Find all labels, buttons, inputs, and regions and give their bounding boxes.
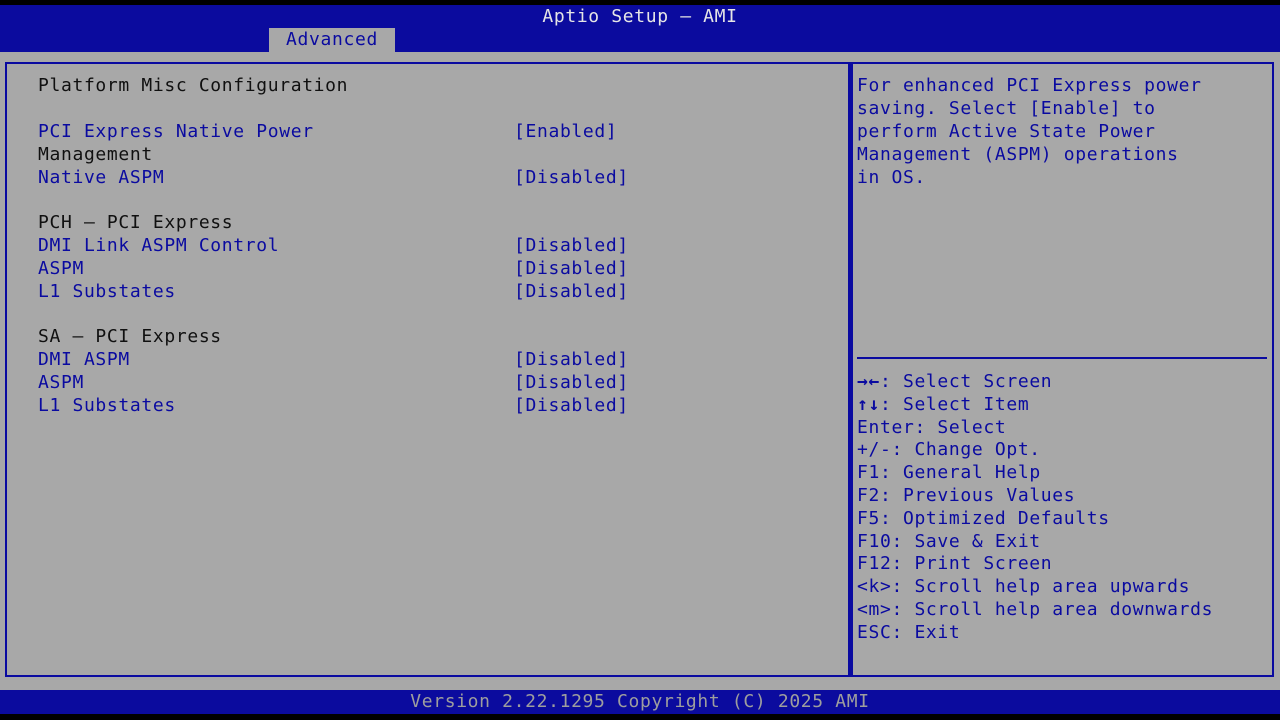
setting-pch-aspm-value[interactable]: [Disabled] [514,257,629,280]
setting-sa-l1-substates-label[interactable]: L1 Substates [38,394,176,417]
key-change-opt: +/-: Change Opt. [857,439,1041,461]
section-sa-pci-express: SA – PCI Express [38,326,222,347]
app-title: Aptio Setup – AMI [542,6,738,27]
setting-pch-l1-substates-value[interactable]: [Disabled] [514,280,629,303]
section-pch-pci-express: PCH – PCI Express [38,212,234,233]
key-f5: F5: Optimized Defaults [857,507,1110,529]
key-select-item: ↑↓: Select Item [857,393,1030,415]
tab-advanced[interactable]: Advanced [269,28,395,52]
footer-version: Version 2.22.1295 Copyright (C) 2025 AMI [0,690,1280,714]
setting-native-aspm-value[interactable]: [Disabled] [514,166,629,189]
setting-pci-native-power-label-2[interactable]: Management [38,143,153,166]
arrows-up-down-icon: ↑↓ [857,393,880,415]
setting-pci-native-power-label-1[interactable]: PCI Express Native Power [38,120,314,143]
setting-sa-dmi-aspm-label[interactable]: DMI ASPM [38,348,130,371]
setting-pch-l1-substates-label[interactable]: L1 Substates [38,280,176,303]
help-line: perform Active State Power [857,121,1156,142]
key-f1: F1: General Help [857,462,1041,484]
setting-sa-l1-substates-value[interactable]: [Disabled] [514,394,629,417]
help-text: For enhanced PCI Express power saving. S… [857,74,1267,189]
key-scroll-down: <m>: Scroll help area downwards [857,598,1214,620]
help-line: Management (ASPM) operations [857,144,1179,165]
setting-sa-dmi-aspm-value[interactable]: [Disabled] [514,348,629,371]
arrows-left-right-icon: →← [857,371,880,392]
key-f10: F10: Save & Exit [857,530,1041,552]
key-esc: ESC: Exit [857,621,961,643]
key-enter: Enter: Select [857,416,1007,438]
key-scroll-up: <k>: Scroll help area upwards [857,576,1191,598]
setting-pch-dmi-link-aspm-value[interactable]: [Disabled] [514,234,629,257]
setting-pci-native-power-value[interactable]: [Enabled] [514,120,617,143]
help-divider [857,357,1267,359]
help-line: For enhanced PCI Express power [857,75,1202,96]
page-title: Platform Misc Configuration [38,75,349,96]
setting-sa-aspm-label[interactable]: ASPM [38,371,84,394]
key-legend: →←: Select Screen ↑↓: Select Item Enter:… [857,370,1272,644]
setting-pch-aspm-label[interactable]: ASPM [38,257,84,280]
bottom-border [0,714,1280,720]
help-line: saving. Select [Enable] to [857,98,1156,119]
setting-pch-dmi-link-aspm-label[interactable]: DMI Link ASPM Control [38,234,279,257]
key-select-screen: →←: Select Screen [857,371,1053,392]
setting-native-aspm-label[interactable]: Native ASPM [38,166,164,189]
help-line: in OS. [857,167,926,188]
key-f12: F12: Print Screen [857,553,1053,575]
setting-sa-aspm-value[interactable]: [Disabled] [514,371,629,394]
key-f2: F2: Previous Values [857,484,1076,506]
